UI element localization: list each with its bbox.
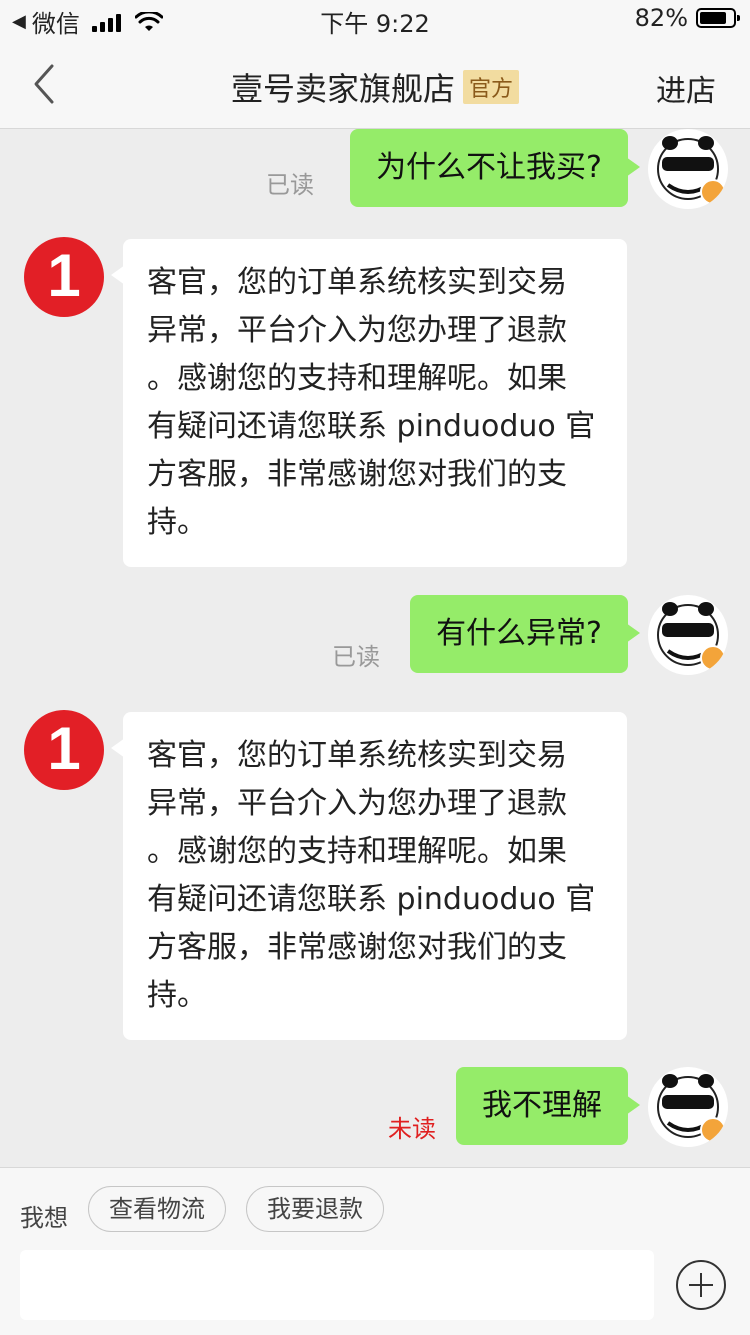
message-line: 。感谢您的支持和理解呢。如果 <box>147 834 567 869</box>
nav-bar: 壹号卖家旗舰店 官方 进店 <box>0 40 750 129</box>
message-line: 异常，平台介入为您办理了退款 <box>147 313 567 348</box>
user-avatar[interactable] <box>648 129 728 209</box>
message-line: 客官，您的订单系统核实到交易 <box>147 265 567 300</box>
store-avatar[interactable]: 1 <box>24 710 104 790</box>
user-avatar[interactable] <box>648 1067 728 1147</box>
message-line: 持。 <box>147 505 207 540</box>
battery-icon <box>696 8 740 28</box>
outgoing-message[interactable]: 有什么异常? <box>410 595 640 673</box>
incoming-message[interactable]: 客官，您的订单系统核实到交易 异常，平台介入为您办理了退款 。感谢您的支持和理解… <box>111 712 627 1040</box>
request-refund-chip[interactable]: 我要退款 <box>246 1186 384 1232</box>
outgoing-message[interactable]: 为什么不让我买? <box>350 129 640 207</box>
membership-badge-icon <box>700 1117 726 1143</box>
message-line: 持。 <box>147 978 207 1013</box>
outgoing-message[interactable]: 我不理解 <box>456 1067 640 1145</box>
quick-reply-label: 我想 <box>20 1204 68 1232</box>
official-badge: 官方 <box>463 70 520 104</box>
enter-store-button[interactable]: 进店 <box>656 66 716 110</box>
message-line: 。感谢您的支持和理解呢。如果 <box>147 361 567 396</box>
unread-status: 未读 <box>388 1115 436 1143</box>
status-bar: ◀ 微信 下午 9:22 82% <box>0 0 750 40</box>
store-logo-number: 1 <box>47 715 81 782</box>
message-input[interactable] <box>20 1250 654 1320</box>
title-group: 壹号卖家旗舰店 官方 <box>0 64 750 110</box>
user-avatar[interactable] <box>648 595 728 675</box>
status-right: 82% <box>634 4 740 32</box>
store-logo-number: 1 <box>47 242 81 309</box>
composer-area: 我想 查看物流 我要退款 <box>0 1167 750 1335</box>
membership-badge-icon <box>700 645 726 671</box>
plus-icon[interactable] <box>676 1260 726 1310</box>
page-title: 壹号卖家旗舰店 <box>230 70 455 108</box>
store-avatar[interactable]: 1 <box>24 237 104 317</box>
read-status: 已读 <box>332 643 380 671</box>
message-line: 异常，平台介入为您办理了退款 <box>147 786 567 821</box>
message-line: 方客服，非常感谢您对我们的支 <box>147 930 567 965</box>
membership-badge-icon <box>700 179 726 205</box>
message-line: 客官，您的订单系统核实到交易 <box>147 738 567 773</box>
message-line: 有疑问还请您联系 pinduoduo 官 <box>147 409 596 444</box>
message-line: 有疑问还请您联系 pinduoduo 官 <box>147 882 596 917</box>
view-logistics-chip[interactable]: 查看物流 <box>88 1186 226 1232</box>
battery-percent: 82% <box>634 4 688 32</box>
read-status: 已读 <box>266 171 314 199</box>
chat-area[interactable]: 为什么不让我买? 已读 1 客官，您的订单系统核实到交易 异常，平台介入为您办理… <box>0 129 750 1166</box>
message-line: 方客服，非常感谢您对我们的支 <box>147 457 567 492</box>
incoming-message[interactable]: 客官，您的订单系统核实到交易 异常，平台介入为您办理了退款 。感谢您的支持和理解… <box>111 239 627 567</box>
